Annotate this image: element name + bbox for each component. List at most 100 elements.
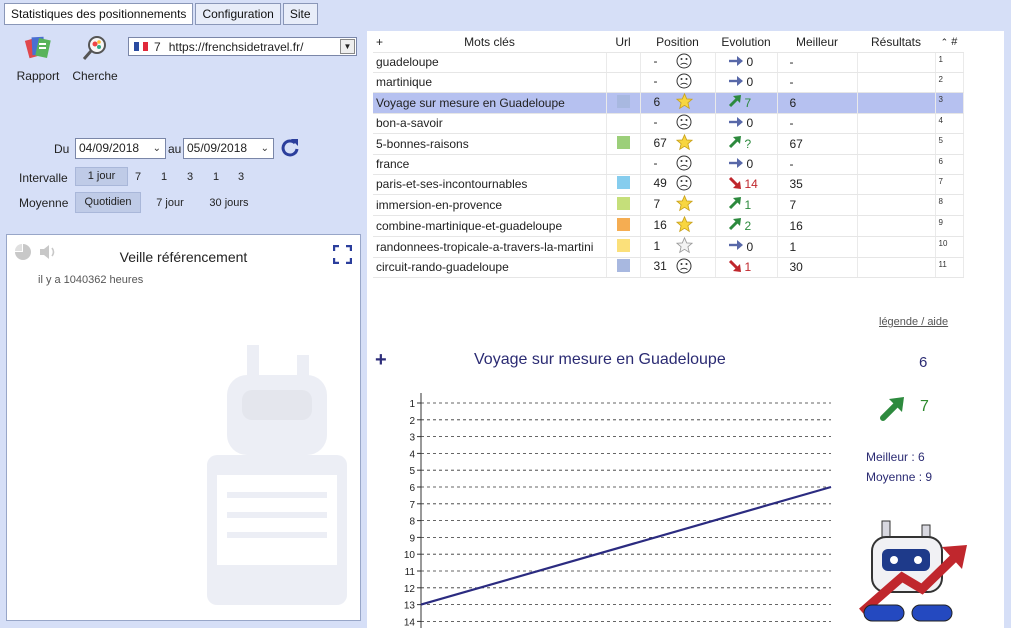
best-header[interactable]: Meilleur (777, 33, 857, 53)
chevron-down-icon[interactable]: ⌄ (261, 139, 269, 158)
keywords-header[interactable]: + Mots clés (373, 33, 606, 53)
position-cell: - (653, 156, 658, 171)
url-color-swatch[interactable] (616, 94, 630, 108)
sad-face-icon (676, 258, 692, 277)
table-row[interactable]: randonnees-tropicale-a-travers-la-martin… (373, 236, 964, 258)
table-row[interactable]: paris-et-ses-incontournables 49 14 35 7 (373, 174, 964, 195)
fullscreen-icon[interactable] (333, 245, 352, 264)
y-tick-label: 3 (409, 433, 415, 444)
arrow-right-icon (728, 55, 744, 70)
num-header[interactable]: ⌃ # (935, 33, 963, 53)
report-icon (24, 36, 51, 59)
veille-subtitle: il y a 1040362 heures (38, 274, 144, 286)
url-color-swatch[interactable] (616, 135, 630, 149)
row-number: 9 (938, 217, 943, 227)
tab-statistiques[interactable]: Statistiques des positionnements (4, 3, 194, 25)
table-row[interactable]: Voyage sur mesure en Guadeloupe 6 7 6 3 (373, 92, 964, 114)
table-row[interactable]: combine-martinique-et-guadeloupe 16 2 16 9 (373, 215, 964, 237)
best-cell: 16 (789, 218, 803, 233)
date-to-field[interactable]: 05/09/2018 ⌄ (183, 138, 274, 159)
arrow-up-icon (728, 196, 742, 213)
evolution-header[interactable]: Evolution (715, 33, 777, 53)
position-cell: 6 (653, 94, 661, 109)
results-cell (857, 52, 936, 73)
keyword-cell: paris-et-ses-incontournables (376, 177, 528, 191)
moyenne-option-7jour[interactable]: 7 jour (150, 197, 190, 209)
site-dropdown[interactable]: 7 https://frenchsidetravel.fr/ ▼ (128, 37, 357, 56)
rapport-button[interactable]: Rapport (14, 33, 62, 83)
position-cell: - (653, 74, 658, 89)
cherche-button[interactable]: Cherche (72, 33, 118, 83)
sad-face-icon (676, 175, 692, 194)
star-icon (675, 133, 693, 154)
chevron-down-icon[interactable]: ▼ (340, 39, 355, 54)
tab-configuration[interactable]: Configuration (195, 3, 281, 25)
moyenne-option-30jours[interactable]: 30 jours (205, 197, 253, 209)
refresh-icon[interactable] (280, 137, 300, 157)
results-cell (857, 194, 936, 216)
row-number: 2 (938, 74, 943, 84)
y-tick-label: 9 (409, 533, 415, 544)
intervalle-option-1[interactable]: 1 jour (75, 167, 128, 186)
position-cell: - (653, 115, 658, 130)
results-cell (857, 113, 936, 134)
intervalle-option-3[interactable]: 1 (157, 171, 171, 183)
results-header[interactable]: Résultats (857, 33, 935, 53)
intervalle-option-2[interactable]: 7 (131, 171, 145, 183)
results-cell (857, 174, 936, 195)
keyword-cell: martinique (376, 75, 433, 89)
intervalle-option-6[interactable]: 3 (234, 171, 248, 183)
y-tick-label: 14 (404, 617, 416, 628)
url-color-swatch[interactable] (616, 176, 630, 189)
best-cell: 6 (789, 95, 797, 110)
evolution-value: 7 (920, 398, 929, 415)
tab-site[interactable]: Site (282, 3, 318, 25)
url-color-swatch[interactable] (616, 238, 630, 252)
results-cell (857, 215, 936, 237)
rapport-label: Rapport (16, 69, 60, 83)
table-row[interactable]: bon-a-savoir - 0 - 4 (373, 113, 964, 134)
position-cell: 31 (653, 259, 667, 274)
keyword-cell: france (376, 157, 410, 171)
results-cell (857, 72, 936, 93)
arrow-down-icon (728, 176, 742, 193)
keywords-table: + Mots clés Url Position Evolution Meill… (373, 33, 964, 278)
keyword-cell: circuit-rando-guadeloupe (376, 260, 509, 274)
intervalle-option-4[interactable]: 3 (183, 171, 197, 183)
y-tick-label: 7 (409, 500, 415, 511)
au-label: au (168, 142, 182, 156)
table-row[interactable]: 5-bonnes-raisons 67? 67 5 (373, 133, 964, 155)
table-row[interactable]: circuit-rando-guadeloupe 31 1 30 11 (373, 257, 964, 278)
arrow-right-icon (728, 75, 744, 90)
best-cell: 67 (789, 136, 803, 151)
url-color-swatch[interactable] (616, 196, 630, 210)
url-color-swatch[interactable] (616, 259, 630, 272)
intervalle-option-5[interactable]: 1 (209, 171, 223, 183)
france-flag-icon (134, 42, 149, 51)
legend-help-link[interactable]: légende / aide (879, 316, 948, 328)
position-header[interactable]: Position (640, 33, 715, 53)
arrow-up-icon (728, 94, 742, 111)
search-icon (82, 36, 106, 60)
y-tick-label: 4 (409, 449, 415, 460)
moyenne-option-quotidien[interactable]: Quotidien (75, 192, 141, 213)
series-line (420, 485, 832, 606)
table-row[interactable]: immersion-en-provence 7 1 7 8 (373, 194, 964, 216)
position-cell: 7 (653, 196, 661, 211)
url-color-swatch[interactable] (616, 217, 630, 231)
y-tick-label: 2 (409, 416, 415, 427)
evolution-cell: 0 (746, 75, 754, 89)
chevron-down-icon[interactable]: ⌄ (153, 139, 161, 158)
add-keyword-button[interactable]: + (376, 35, 383, 49)
sort-up-icon: ⌃ (940, 37, 949, 48)
table-row[interactable]: guadeloupe - 0 - 1 (373, 52, 964, 73)
date-to-value: 05/09/2018 (187, 141, 248, 155)
date-from-field[interactable]: 04/09/2018 ⌄ (75, 138, 166, 159)
table-row[interactable]: martinique - 0 - 2 (373, 72, 964, 93)
top-tabs: Statistiques des positionnements Configu… (4, 3, 318, 25)
evolution-cell: 1 (744, 260, 752, 274)
row-number: 8 (938, 196, 943, 206)
expand-chart-button[interactable]: + (375, 349, 387, 372)
table-row[interactable]: france - 0 - 6 (373, 154, 964, 175)
url-header[interactable]: Url (606, 33, 640, 53)
